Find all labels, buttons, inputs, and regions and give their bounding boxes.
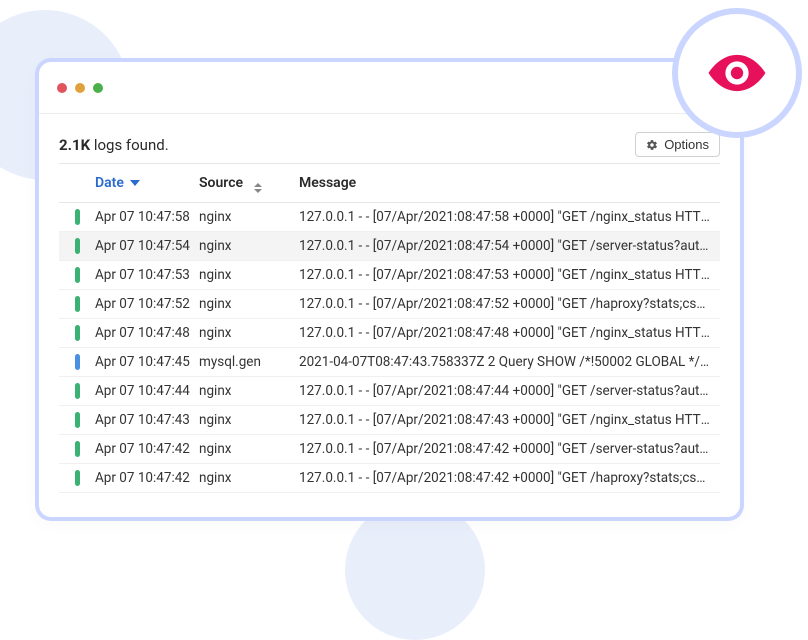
- cell-message: 127.0.0.1 - - [07/Apr/2021:08:47:42 +000…: [299, 441, 720, 457]
- eye-icon: [706, 42, 768, 104]
- cell-message: 127.0.0.1 - - [07/Apr/2021:08:47:54 +000…: [299, 238, 720, 254]
- severity-pill-cell: [59, 441, 95, 457]
- log-table: Date Source Message Apr 07 10:47:58nginx…: [39, 163, 740, 493]
- cell-source: nginx: [199, 296, 299, 312]
- severity-pill: [75, 470, 80, 486]
- cell-message: 127.0.0.1 - - [07/Apr/2021:08:47:42 +000…: [299, 470, 720, 486]
- severity-pill-cell: [59, 296, 95, 312]
- cell-source: nginx: [199, 267, 299, 283]
- table-row[interactable]: Apr 07 10:47:53nginx127.0.0.1 - - [07/Ap…: [59, 261, 720, 290]
- cell-source: nginx: [199, 412, 299, 428]
- severity-pill-cell: [59, 412, 95, 428]
- severity-pill: [75, 238, 80, 254]
- column-header-date[interactable]: Date: [59, 175, 199, 191]
- cell-date: Apr 07 10:47:42: [95, 441, 199, 457]
- cell-date: Apr 07 10:47:48: [95, 325, 199, 341]
- column-header-date-label: Date: [95, 175, 124, 191]
- table-row[interactable]: Apr 07 10:47:43nginx127.0.0.1 - - [07/Ap…: [59, 406, 720, 435]
- severity-pill: [75, 267, 80, 283]
- cell-source: nginx: [199, 238, 299, 254]
- cell-date: Apr 07 10:47:54: [95, 238, 199, 254]
- severity-pill: [75, 209, 80, 225]
- log-count: 2.1K: [59, 136, 90, 154]
- cell-message: 127.0.0.1 - - [07/Apr/2021:08:47:43 +000…: [299, 412, 720, 428]
- cell-date: Apr 07 10:47:45: [95, 354, 199, 370]
- cell-date: Apr 07 10:47:52: [95, 296, 199, 312]
- options-button[interactable]: Options: [635, 132, 720, 157]
- cell-message: 127.0.0.1 - - [07/Apr/2021:08:47:53 +000…: [299, 267, 720, 283]
- maximize-dot[interactable]: [93, 83, 103, 93]
- severity-pill-cell: [59, 209, 95, 225]
- column-header-message[interactable]: Message: [299, 175, 720, 191]
- table-header: Date Source Message: [59, 163, 720, 203]
- table-row[interactable]: Apr 07 10:47:54nginx127.0.0.1 - - [07/Ap…: [59, 232, 720, 261]
- cell-source: nginx: [199, 470, 299, 486]
- eye-badge: [678, 14, 796, 132]
- cell-source: nginx: [199, 383, 299, 399]
- column-header-message-label: Message: [299, 175, 356, 191]
- cell-date: Apr 07 10:47:44: [95, 383, 199, 399]
- decorative-circle: [345, 500, 485, 640]
- minimize-dot[interactable]: [75, 83, 85, 93]
- severity-pill: [75, 441, 80, 457]
- severity-pill-cell: [59, 325, 95, 341]
- cell-message: 2021-04-07T08:47:43.758337Z 2 Query SHOW…: [299, 354, 720, 370]
- gear-icon: [646, 139, 658, 151]
- severity-pill: [75, 383, 80, 399]
- log-count-suffix: logs found.: [90, 136, 169, 154]
- cell-message: 127.0.0.1 - - [07/Apr/2021:08:47:48 +000…: [299, 325, 720, 341]
- window-titlebar: [39, 62, 740, 114]
- cell-message: 127.0.0.1 - - [07/Apr/2021:08:47:44 +000…: [299, 383, 720, 399]
- severity-pill-cell: [59, 470, 95, 486]
- cell-date: Apr 07 10:47:58: [95, 209, 199, 225]
- cell-source: nginx: [199, 209, 299, 225]
- cell-date: Apr 07 10:47:42: [95, 470, 199, 486]
- column-header-source-label: Source: [199, 175, 243, 191]
- table-row[interactable]: Apr 07 10:47:42nginx127.0.0.1 - - [07/Ap…: [59, 464, 720, 493]
- severity-pill-cell: [59, 354, 95, 370]
- table-row[interactable]: Apr 07 10:47:58nginx127.0.0.1 - - [07/Ap…: [59, 203, 720, 232]
- close-dot[interactable]: [57, 83, 67, 93]
- cell-message: 127.0.0.1 - - [07/Apr/2021:08:47:52 +000…: [299, 296, 720, 312]
- severity-pill: [75, 354, 80, 370]
- severity-pill: [75, 412, 80, 428]
- cell-source: mysql.gen: [199, 354, 299, 370]
- sort-desc-icon: [130, 180, 140, 186]
- cell-message: 127.0.0.1 - - [07/Apr/2021:08:47:58 +000…: [299, 209, 720, 225]
- cell-source: nginx: [199, 325, 299, 341]
- table-row[interactable]: Apr 07 10:47:52nginx127.0.0.1 - - [07/Ap…: [59, 290, 720, 319]
- cell-date: Apr 07 10:47:43: [95, 412, 199, 428]
- severity-pill-cell: [59, 238, 95, 254]
- logs-found-text: 2.1K logs found.: [59, 136, 169, 154]
- log-window: 2.1K logs found. Options Date Source Mes…: [39, 62, 740, 517]
- table-row[interactable]: Apr 07 10:47:44nginx127.0.0.1 - - [07/Ap…: [59, 377, 720, 406]
- options-label: Options: [664, 137, 709, 152]
- severity-pill-cell: [59, 383, 95, 399]
- severity-pill: [75, 325, 80, 341]
- table-row[interactable]: Apr 07 10:47:48nginx127.0.0.1 - - [07/Ap…: [59, 319, 720, 348]
- severity-pill-cell: [59, 267, 95, 283]
- table-row[interactable]: Apr 07 10:47:45mysql.gen2021-04-07T08:47…: [59, 348, 720, 377]
- severity-pill: [75, 296, 80, 312]
- table-row[interactable]: Apr 07 10:47:42nginx127.0.0.1 - - [07/Ap…: [59, 435, 720, 464]
- cell-source: nginx: [199, 441, 299, 457]
- column-header-source[interactable]: Source: [199, 175, 299, 191]
- toolbar: 2.1K logs found. Options: [39, 114, 740, 163]
- cell-date: Apr 07 10:47:53: [95, 267, 199, 283]
